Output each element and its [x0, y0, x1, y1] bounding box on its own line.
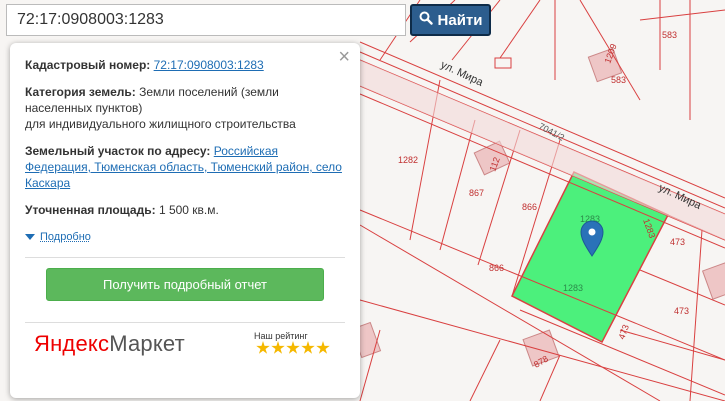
- star-icon: [271, 341, 285, 354]
- parcel-label: 1282: [398, 155, 418, 165]
- get-report-button[interactable]: Получить подробный отчет: [46, 268, 324, 301]
- rating-stars: [256, 341, 330, 355]
- search-icon: [419, 11, 433, 29]
- rating-label: Наш рейтинг: [254, 331, 308, 341]
- parcel-label: 866: [522, 202, 537, 212]
- search-button-label: Найти: [437, 11, 483, 29]
- address-label: Земельный участок по адресу:: [25, 144, 211, 158]
- category-row: Категория земель: Земли поселений (земли…: [25, 84, 345, 132]
- brand-market: Маркет: [109, 331, 185, 356]
- parcel-label: 583: [662, 30, 677, 40]
- star-icon: [301, 341, 315, 354]
- cadastral-link[interactable]: 72:17:0908003:1283: [154, 58, 264, 72]
- parcel-details: Кадастровый номер: 72:17:0908003:1283 Ка…: [25, 57, 345, 229]
- star-icon: [256, 341, 270, 354]
- parcel-label: 1283: [563, 283, 583, 293]
- parcel-label: 866: [489, 263, 504, 273]
- area-value: 1 500 кв.м.: [158, 203, 219, 217]
- triangle-down-icon: [25, 234, 35, 240]
- star-icon: [286, 341, 300, 354]
- details-link[interactable]: Подробно: [40, 231, 91, 243]
- details-toggle[interactable]: Подробно: [25, 231, 91, 243]
- area-row: Уточненная площадь: 1 500 кв.м.: [25, 202, 345, 218]
- parcel-label: 867: [469, 188, 484, 198]
- parcel-label: 473: [674, 306, 689, 316]
- cadastral-label: Кадастровый номер:: [25, 58, 151, 72]
- search-input[interactable]: [6, 4, 406, 36]
- parcel-label: 583: [611, 75, 626, 85]
- yandex-market-logo[interactable]: ЯндексМаркет: [34, 331, 185, 357]
- divider: [25, 257, 345, 258]
- address-row: Земельный участок по адресу: Российская …: [25, 143, 345, 191]
- search-button[interactable]: Найти: [410, 4, 491, 36]
- parcel-info-popup: × Кадастровый номер: 72:17:0908003:1283 …: [10, 43, 360, 398]
- parcel-label: 473: [670, 237, 685, 247]
- category-label: Категория земель:: [25, 85, 136, 99]
- divider: [25, 322, 345, 323]
- cadastral-row: Кадастровый номер: 72:17:0908003:1283: [25, 57, 345, 73]
- star-icon: [316, 341, 330, 354]
- area-label: Уточненная площадь:: [25, 203, 156, 217]
- category-use: для индивидуального жилищного строительс…: [25, 117, 296, 131]
- brand-yandex: Яндекс: [34, 331, 110, 356]
